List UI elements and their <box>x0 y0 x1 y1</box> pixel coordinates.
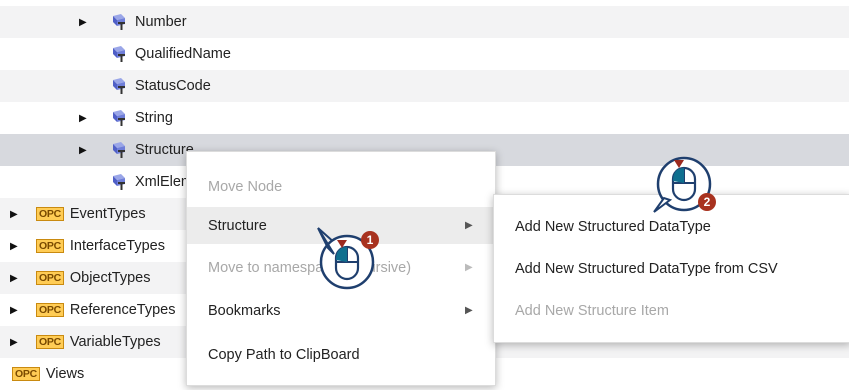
tree-row-label: Views <box>45 366 85 382</box>
menu-item-label: Copy Path to ClipBoard <box>208 346 360 363</box>
tree-row-label: String <box>135 110 173 126</box>
expand-arrow-icon[interactable]: ▶ <box>10 294 18 326</box>
tree-row-label: ObjectTypes <box>69 270 151 286</box>
expand-arrow-icon[interactable]: ▶ <box>10 230 18 262</box>
submenu-arrow-icon: ▶ <box>465 305 473 316</box>
tree-row-string[interactable]: ▶ String <box>0 102 849 134</box>
menu-item-bookmarks[interactable]: Bookmarks ▶ <box>187 292 495 329</box>
datatype-icon <box>113 142 125 158</box>
tree-row-label: ReferenceTypes <box>69 302 176 318</box>
menu-item-label: Structure <box>208 217 267 234</box>
datatype-icon <box>113 110 125 126</box>
opc-folder-icon: OPC <box>12 367 40 381</box>
tree-row-label: StatusCode <box>135 78 211 94</box>
expand-arrow-icon[interactable]: ▶ <box>10 198 18 230</box>
menu-item-copy-path[interactable]: Copy Path to ClipBoard <box>187 336 495 373</box>
menu-item-move-node[interactable]: Move Node <box>187 168 495 205</box>
tree-row-label: VariableTypes <box>69 334 161 350</box>
menu-item-label: Bookmarks <box>208 302 281 319</box>
submenu-item-add-structure-item[interactable]: Add New Structure Item <box>494 290 849 332</box>
opc-folder-icon: OPC <box>36 271 64 285</box>
expand-arrow-icon[interactable]: ▶ <box>10 262 18 294</box>
tree-row-label: Number <box>135 14 187 30</box>
opc-folder-icon: OPC <box>36 239 64 253</box>
datatype-icon <box>113 14 125 30</box>
opc-folder-icon: OPC <box>36 335 64 349</box>
step-badge-number: 1 <box>367 233 374 247</box>
opc-folder-icon: OPC <box>36 207 64 221</box>
opc-folder-icon: OPC <box>36 303 64 317</box>
tree-row-qualifiedname[interactable]: QualifiedName <box>0 38 849 70</box>
tree-row-label: EventTypes <box>69 206 146 222</box>
submenu-item-label: Add New Structured DataType from CSV <box>515 261 778 277</box>
submenu-item-add-structured-datatype-csv[interactable]: Add New Structured DataType from CSV <box>494 248 849 290</box>
mouse-click-indicator-icon: 2 <box>653 156 716 213</box>
menu-item-label: Move Node <box>208 178 283 195</box>
expand-arrow-icon[interactable]: ▶ <box>79 6 87 38</box>
mouse-click-indicator-icon: 1 <box>317 227 379 290</box>
submenu-item-label: Add New Structure Item <box>515 303 669 319</box>
tree-row-label: QualifiedName <box>135 46 231 62</box>
datatype-icon <box>113 78 125 94</box>
tree-row-number[interactable]: ▶ Number <box>0 6 849 38</box>
submenu-arrow-icon: ▶ <box>465 220 473 231</box>
tree-row-statuscode[interactable]: StatusCode <box>0 70 849 102</box>
datatype-icon <box>113 46 125 62</box>
expand-arrow-icon[interactable]: ▶ <box>10 326 18 358</box>
expand-arrow-icon[interactable]: ▶ <box>79 134 87 166</box>
step-badge-number: 2 <box>704 195 711 209</box>
submenu-arrow-icon: ▶ <box>465 262 473 273</box>
tree-row-label: InterfaceTypes <box>69 238 165 254</box>
datatype-icon <box>113 174 125 190</box>
expand-arrow-icon[interactable]: ▶ <box>79 102 87 134</box>
